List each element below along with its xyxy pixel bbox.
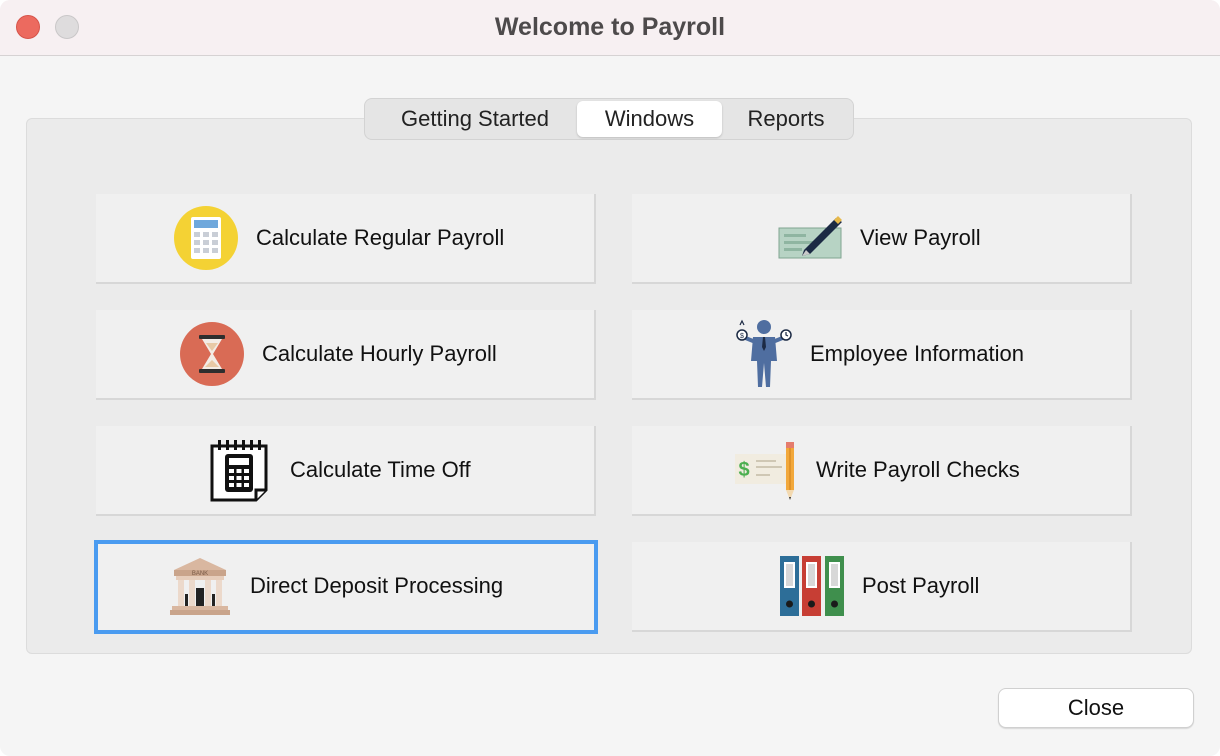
check-pen-icon [778, 216, 842, 259]
tab-bar: Getting Started Windows Reports [364, 98, 854, 140]
calculate-time-off-button[interactable]: Calculate Time Off [96, 426, 596, 516]
tab-windows[interactable]: Windows [577, 101, 722, 137]
bank-icon: BANK [170, 558, 230, 615]
tile-label: Direct Deposit Processing [250, 573, 504, 598]
tile-label: Calculate Hourly Payroll [262, 341, 497, 366]
close-button[interactable]: Close [998, 688, 1194, 728]
tile-label: Post Payroll [862, 573, 980, 598]
calculator-icon [174, 206, 238, 270]
window-title: Welcome to Payroll [494, 13, 726, 41]
svg-text:$: $ [740, 333, 744, 340]
payroll-welcome-window: Welcome to Payroll Getting Started Windo… [0, 0, 1220, 756]
tab-reports[interactable]: Reports [723, 101, 849, 137]
calculate-regular-payroll-button[interactable]: Calculate Regular Payroll [96, 194, 596, 284]
tile-label: Calculate Time Off [290, 457, 471, 482]
check-pencil-icon: $ [735, 442, 794, 500]
direct-deposit-processing-button[interactable]: BANK Direct Deposit Processing [94, 540, 598, 634]
svg-text:$: $ [738, 459, 749, 481]
calendar-calculator-icon [210, 440, 268, 502]
tile-label: Write Payroll Checks [816, 457, 1020, 482]
view-payroll-button[interactable]: View Payroll [632, 194, 1132, 284]
employee-icon: $ [736, 319, 792, 387]
tab-getting-started[interactable]: Getting Started [371, 101, 579, 137]
post-payroll-button[interactable]: Post Payroll [632, 542, 1132, 632]
tile-label: View Payroll [860, 225, 981, 250]
tile-label: Employee Information [810, 341, 1024, 366]
title-bar: Welcome to Payroll [0, 0, 1220, 56]
hourglass-icon [180, 322, 244, 386]
binders-icon [780, 556, 844, 616]
tile-label: Calculate Regular Payroll [256, 225, 505, 250]
employee-information-button[interactable]: $ Employee Information [632, 310, 1132, 400]
write-payroll-checks-button[interactable]: $ Write Payroll Checks [632, 426, 1132, 516]
calculate-hourly-payroll-button[interactable]: Calculate Hourly Payroll [96, 310, 596, 400]
